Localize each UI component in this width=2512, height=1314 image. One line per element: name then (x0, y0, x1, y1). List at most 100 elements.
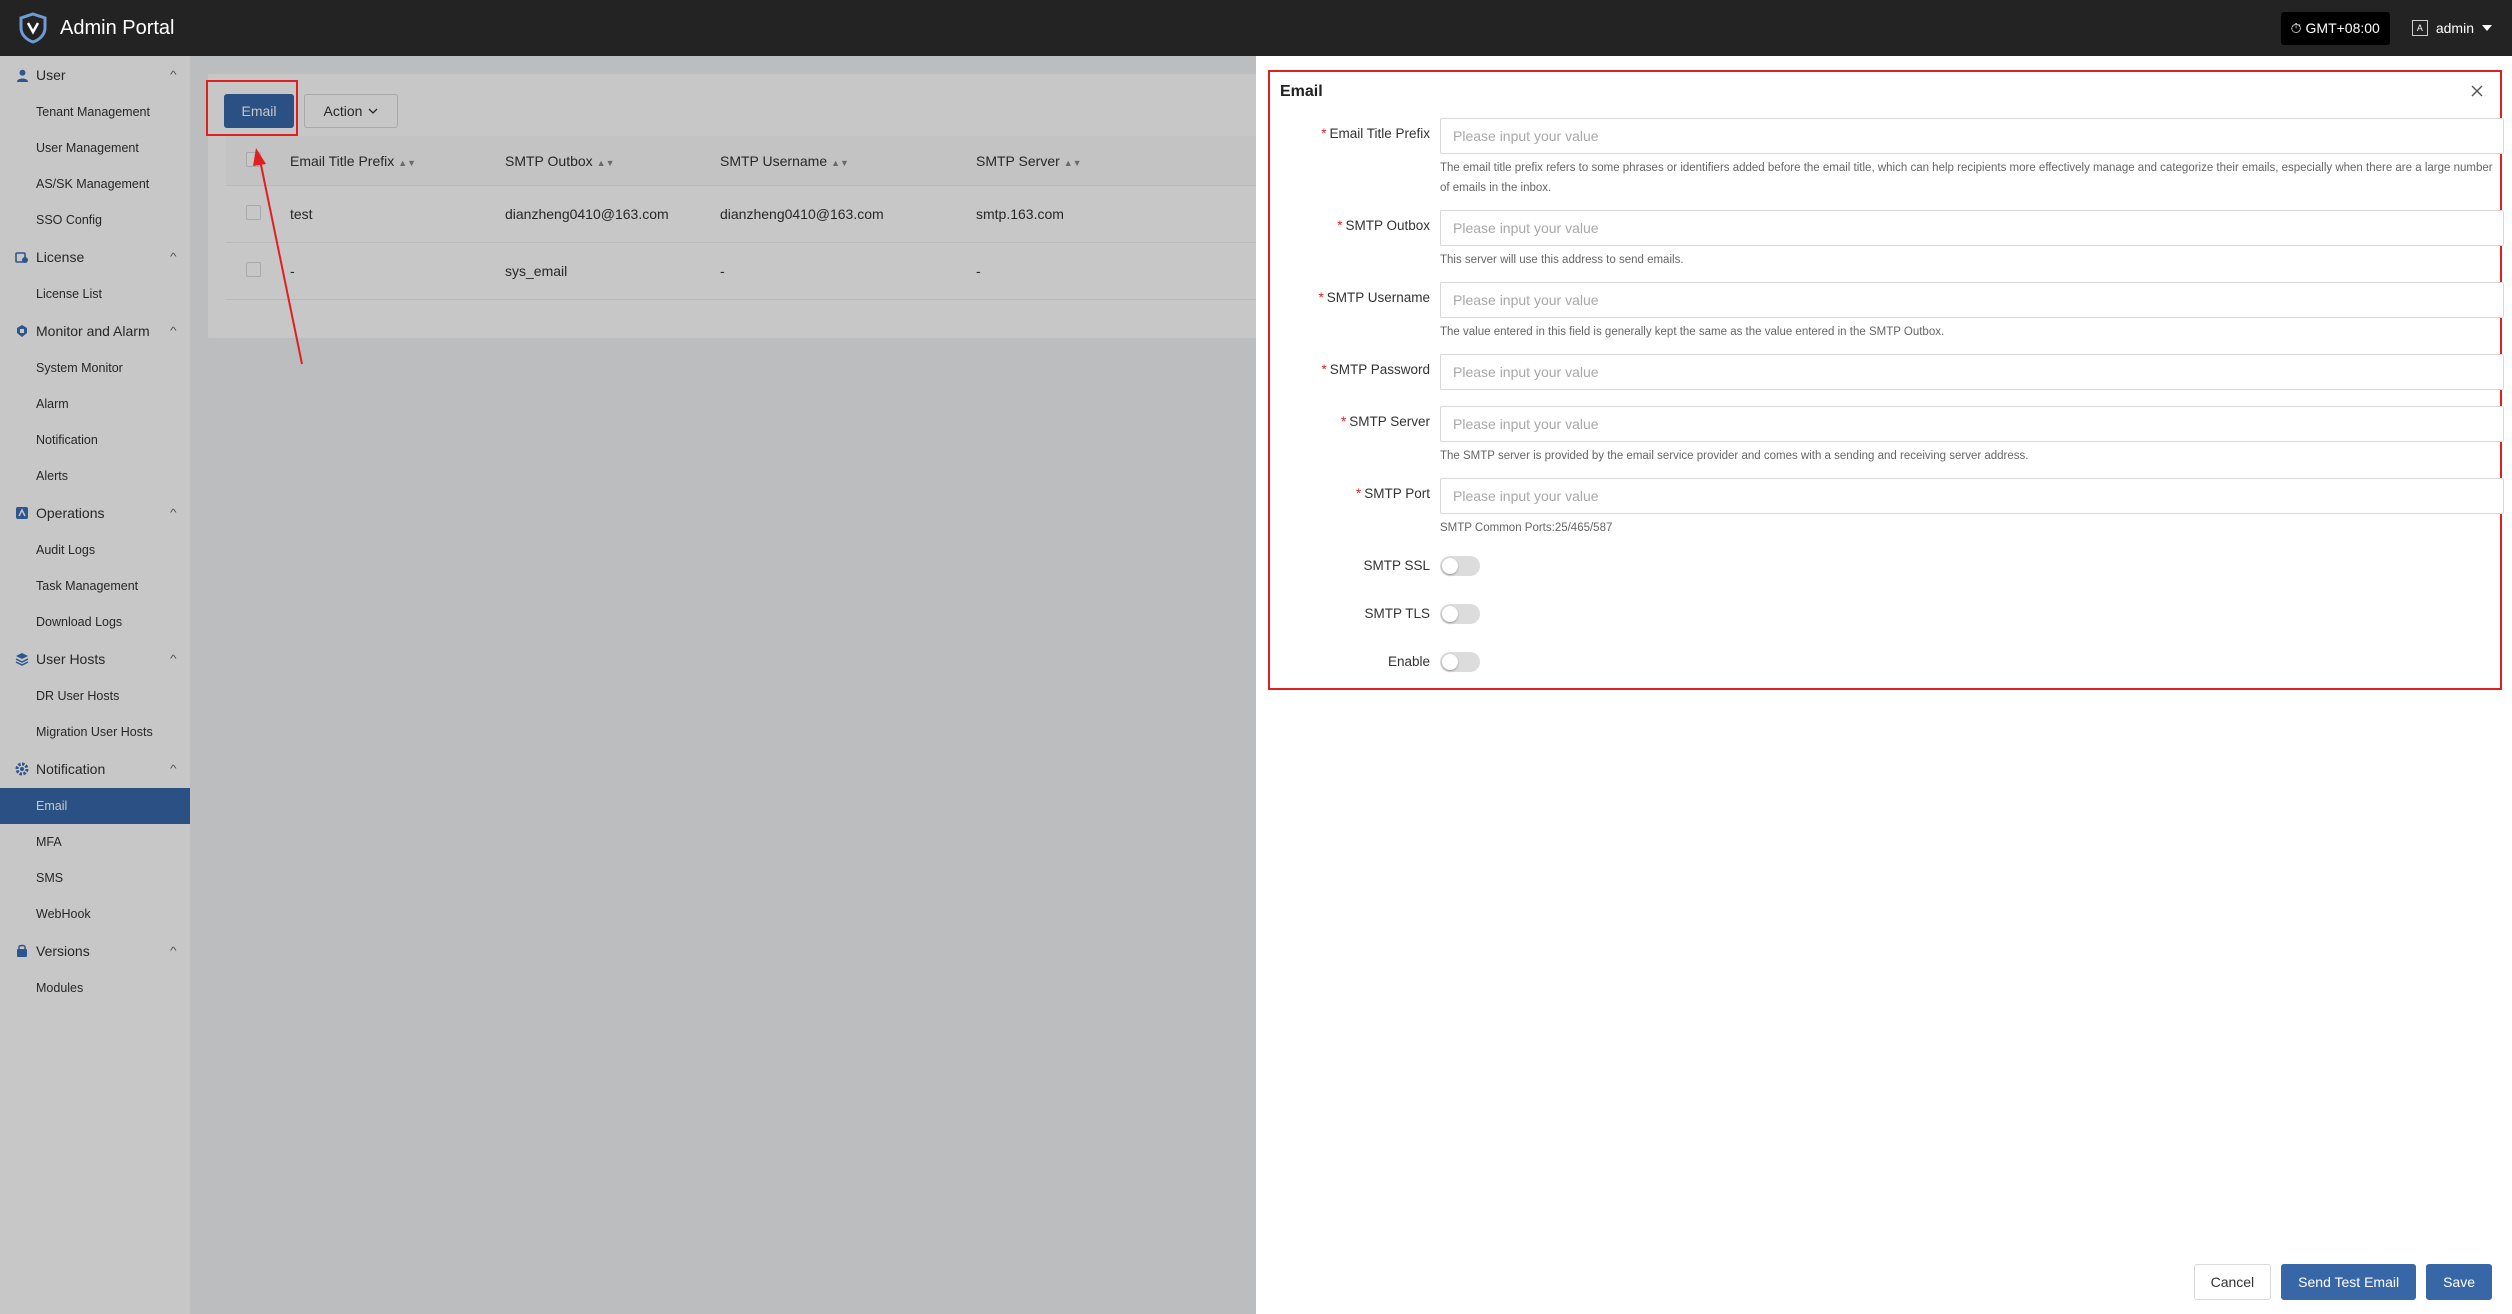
menu-group-header-notification[interactable]: Notification ^ (0, 750, 190, 788)
sort-icon[interactable]: ▲▼ (1064, 158, 1082, 168)
smtp-ssl-toggle[interactable] (1440, 556, 1480, 576)
field-help: The email title prefix refers to some ph… (1440, 162, 2493, 194)
field-help: SMTP Common Ports:25/465/587 (1440, 522, 1613, 534)
column-header-smtp-server[interactable]: SMTP Server (976, 153, 1060, 169)
sidebar-item-notification[interactable]: Notification (0, 422, 190, 458)
row-checkbox[interactable] (246, 205, 261, 220)
sidebar-item-webhook[interactable]: WebHook (0, 896, 190, 932)
user-menu[interactable]: A admin (2411, 20, 2492, 36)
shield-logo-icon (16, 11, 50, 45)
chevron-up-icon: ^ (170, 251, 177, 263)
menu-group-header-user[interactable]: User ^ (0, 56, 190, 94)
table-cell: - (290, 263, 295, 279)
column-header-smtp-outbox[interactable]: SMTP Outbox (505, 153, 593, 169)
menu-group-license: License ^ License List (0, 238, 190, 312)
smtp-outbox-input[interactable] (1440, 210, 2504, 246)
field-label: * SMTP Username (1318, 290, 1430, 305)
sidebar-item-download-logs[interactable]: Download Logs (0, 604, 190, 640)
sidebar-item-as-sk-management[interactable]: AS/SK Management (0, 166, 190, 202)
chevron-up-icon: ^ (170, 69, 177, 81)
sidebar-item-alarm[interactable]: Alarm (0, 386, 190, 422)
field-help: The value entered in this field is gener… (1440, 326, 1945, 338)
sidebar-item-system-monitor[interactable]: System Monitor (0, 350, 190, 386)
chevron-up-icon: ^ (170, 507, 177, 519)
menu-group-label: License (36, 249, 85, 265)
sidebar-item-migration-user-hosts[interactable]: Migration User Hosts (0, 714, 190, 750)
caret-down-icon (2482, 25, 2492, 31)
menu-group-label: User (36, 67, 66, 83)
menu-group-label: Notification (36, 761, 106, 777)
cancel-button[interactable]: Cancel (2193, 1264, 2272, 1300)
smtp-tls-toggle[interactable] (1440, 604, 1480, 624)
smtp-port-input[interactable] (1440, 478, 2504, 514)
menu-group-user: User ^ Tenant Management User Management… (0, 56, 190, 238)
field-label: * SMTP Outbox (1337, 218, 1430, 233)
field-label: * SMTP Port (1355, 486, 1430, 501)
action-dropdown-button[interactable]: Action (304, 94, 398, 128)
sidebar-item-audit-logs[interactable]: Audit Logs (0, 532, 190, 568)
menu-group-notification: Notification ^ Email MFA SMS WebHook (0, 750, 190, 932)
timezone-label: GMT+08:00 (2305, 20, 2380, 36)
column-header-email-title-prefix[interactable]: Email Title Prefix (290, 153, 394, 169)
layers-icon (14, 651, 30, 667)
sidebar-item-license-list[interactable]: License List (0, 276, 190, 312)
email-config-card: Email Action Email Title Prefix ▲▼ SMTP O… (208, 74, 1368, 338)
sidebar-item-task-management[interactable]: Task Management (0, 568, 190, 604)
menu-group-header-license[interactable]: License ^ (0, 238, 190, 276)
send-test-email-button[interactable]: Send Test Email (2281, 1264, 2417, 1300)
sidebar-item-mfa[interactable]: MFA (0, 824, 190, 860)
sidebar: User ^ Tenant Management User Management… (0, 56, 190, 1314)
menu-group-header-versions[interactable]: Versions ^ (0, 932, 190, 970)
table-cell: test (290, 206, 313, 222)
menu-group-header-monitor[interactable]: Monitor and Alarm ^ (0, 312, 190, 350)
smtp-server-input[interactable] (1440, 406, 2504, 442)
sidebar-item-modules[interactable]: Modules (0, 970, 190, 1006)
sidebar-item-alerts[interactable]: Alerts (0, 458, 190, 494)
menu-group-header-user-hosts[interactable]: User Hosts ^ (0, 640, 190, 678)
menu-group-versions: Versions ^ Modules (0, 932, 190, 1006)
field-label: Enable (1387, 654, 1430, 669)
sort-icon[interactable]: ▲▼ (831, 158, 849, 168)
table-header: Email Title Prefix ▲▼ SMTP Outbox ▲▼ SMTP … (226, 136, 1368, 186)
field-label: * Email Title Prefix (1321, 126, 1430, 141)
sort-icon[interactable]: ▲▼ (398, 158, 416, 168)
email-title-prefix-input[interactable] (1440, 118, 2504, 154)
gear-icon (14, 761, 30, 777)
sidebar-item-email[interactable]: Email (0, 788, 190, 824)
app-title: Admin Portal (60, 16, 175, 39)
chevron-up-icon: ^ (170, 325, 177, 337)
table-cell: dianzheng0410@163.com (720, 206, 884, 222)
table-cell: - (720, 263, 725, 279)
sidebar-item-sso-config[interactable]: SSO Config (0, 202, 190, 238)
menu-group-label: Versions (36, 943, 90, 959)
sidebar-item-tenant-management[interactable]: Tenant Management (0, 94, 190, 130)
field-help: The SMTP server is provided by the email… (1440, 450, 2029, 462)
menu-group-monitor: Monitor and Alarm ^ System Monitor Alarm… (0, 312, 190, 494)
drawer-footer: Cancel Send Test Email Save (2193, 1264, 2492, 1300)
clock-icon: ⏱ (2290, 19, 2302, 36)
save-button[interactable]: Save (2426, 1264, 2492, 1300)
smtp-password-input[interactable] (1440, 354, 2504, 390)
chevron-up-icon: ^ (170, 653, 177, 665)
user-icon (14, 67, 30, 83)
select-all-checkbox[interactable] (246, 151, 261, 167)
sidebar-item-user-management[interactable]: User Management (0, 130, 190, 166)
enable-toggle[interactable] (1440, 652, 1480, 672)
sidebar-item-sms[interactable]: SMS (0, 860, 190, 896)
sort-icon[interactable]: ▲▼ (597, 158, 615, 168)
menu-group-header-operations[interactable]: Operations ^ (0, 494, 190, 532)
sidebar-item-dr-user-hosts[interactable]: DR User Hosts (0, 678, 190, 714)
row-checkbox[interactable] (246, 262, 261, 277)
timezone-selector[interactable]: ⏱ GMT+08:00 (2280, 11, 2390, 45)
menu-group-operations: Operations ^ Audit Logs Task Management … (0, 494, 190, 640)
close-icon[interactable] (2466, 80, 2488, 102)
action-label: Action (323, 103, 363, 119)
smtp-username-input[interactable] (1440, 282, 2504, 318)
field-label: * SMTP Password (1321, 362, 1430, 377)
menu-group-label: User Hosts (36, 651, 106, 667)
table-row: - sys_email - - (226, 243, 1368, 300)
column-header-smtp-username[interactable]: SMTP Username (720, 153, 827, 169)
versions-icon (14, 943, 30, 959)
chevron-up-icon: ^ (170, 763, 177, 775)
menu-group-label: Monitor and Alarm (36, 323, 150, 339)
